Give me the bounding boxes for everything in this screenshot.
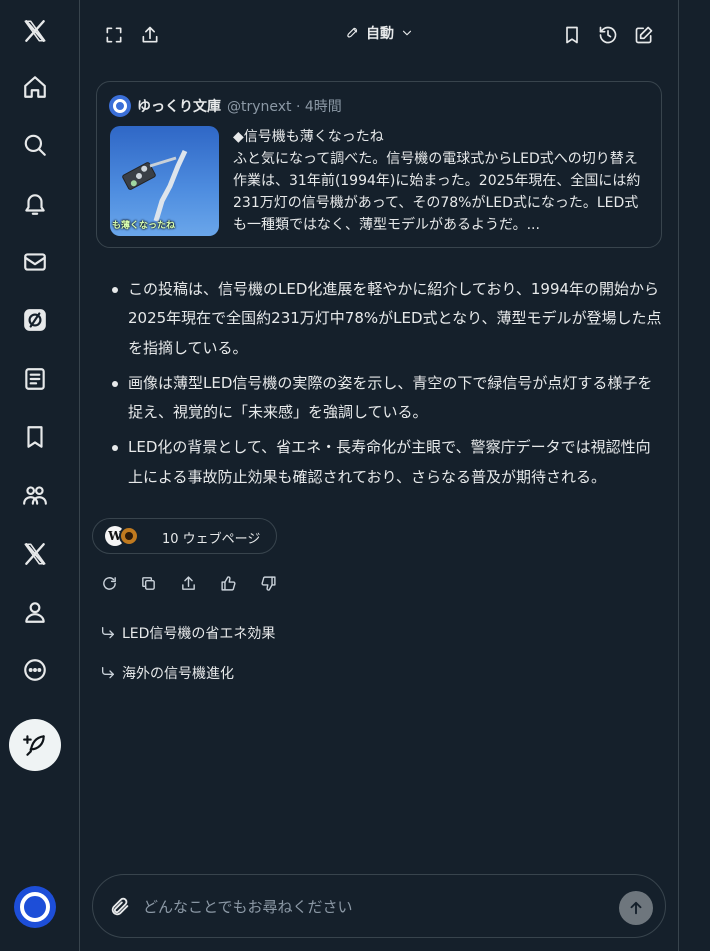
- thumbs-up-icon[interactable]: [217, 572, 239, 594]
- share-icon[interactable]: [177, 572, 199, 594]
- profile-icon[interactable]: [17, 594, 53, 630]
- mail-icon[interactable]: [17, 244, 53, 280]
- column-divider: [678, 0, 679, 951]
- share-icon[interactable]: [137, 22, 163, 48]
- answer-bullet-list: この投稿は、信号機のLED化進展を軽やかに紹介しており、1994年の開始から20…: [104, 275, 664, 498]
- regenerate-icon[interactable]: [98, 572, 120, 594]
- answer-bullet: LED化の背景として、省エネ・長寿命化が主眼で、警察庁データでは視認性向上による…: [104, 433, 664, 492]
- left-sidebar: [0, 0, 80, 951]
- quote-meta: @trynext · 4時間: [227, 99, 342, 115]
- thumbnail-caption: も薄くなったね: [112, 221, 176, 231]
- mode-selector[interactable]: 自動: [346, 22, 414, 44]
- paperclip-icon[interactable]: [109, 896, 131, 918]
- expand-icon[interactable]: [101, 22, 127, 48]
- list-icon[interactable]: [17, 361, 53, 397]
- quote-author-name: ゆっくり文庫: [137, 99, 221, 115]
- bookmark-icon[interactable]: [17, 419, 53, 455]
- arrow-return-icon: [102, 667, 114, 679]
- compose-button[interactable]: [9, 719, 61, 771]
- thumbs-down-icon[interactable]: [257, 572, 279, 594]
- followup-suggestion[interactable]: LED信号機の省エネ効果: [100, 623, 275, 643]
- quote-body: ◆信号機も薄くなったね ふと気になって調べた。信号機の電球式からLED式への切り…: [233, 129, 641, 233]
- chevron-down-icon: [402, 30, 412, 36]
- quote-author-avatar: [109, 95, 131, 117]
- new-chat-icon[interactable]: [631, 22, 657, 48]
- home-icon[interactable]: [17, 69, 53, 105]
- account-avatar[interactable]: [14, 886, 56, 928]
- mode-label: 自動: [366, 26, 394, 42]
- feather-plus-icon: [23, 735, 45, 756]
- grok-icon[interactable]: [17, 302, 53, 338]
- answer-bullet: この投稿は、信号機のLED化進展を軽やかに紹介しており、1994年の開始から20…: [104, 275, 664, 363]
- followup-label: LED信号機の省エネ効果: [122, 626, 276, 642]
- quoted-post-card[interactable]: ゆっくり文庫 @trynext · 4時間 も薄くなったね ◆信号機も薄くなった…: [96, 81, 662, 248]
- source-favicon-icon: [119, 526, 139, 546]
- arrow-return-icon: [102, 627, 114, 639]
- chat-input[interactable]: [143, 893, 613, 921]
- more-icon[interactable]: [17, 652, 53, 688]
- rocket-icon: [347, 27, 358, 38]
- x-premium-icon[interactable]: [17, 536, 53, 572]
- sources-button[interactable]: W 10 ウェブページ: [92, 518, 277, 554]
- answer-bullet: 画像は薄型LED信号機の実際の姿を示し、青空の下で緑信号が点灯する様子を捉え、視…: [104, 369, 664, 428]
- bell-icon[interactable]: [17, 186, 53, 222]
- bookmark-icon[interactable]: [559, 22, 585, 48]
- history-icon[interactable]: [595, 22, 621, 48]
- followup-label: 海外の信号機進化: [122, 666, 234, 682]
- quote-header: ゆっくり文庫 @trynext · 4時間: [109, 95, 342, 117]
- followup-suggestion[interactable]: 海外の信号機進化: [100, 663, 234, 683]
- quote-thumbnail[interactable]: も薄くなったね: [110, 126, 219, 236]
- chat-input-bar: [92, 874, 666, 938]
- send-button[interactable]: [619, 891, 653, 925]
- communities-icon[interactable]: [17, 477, 53, 513]
- arrow-up-icon: [630, 901, 642, 915]
- copy-icon[interactable]: [137, 572, 159, 594]
- search-icon[interactable]: [17, 127, 53, 163]
- sources-label: 10 ウェブページ: [162, 532, 261, 547]
- x-logo-icon[interactable]: [17, 13, 53, 49]
